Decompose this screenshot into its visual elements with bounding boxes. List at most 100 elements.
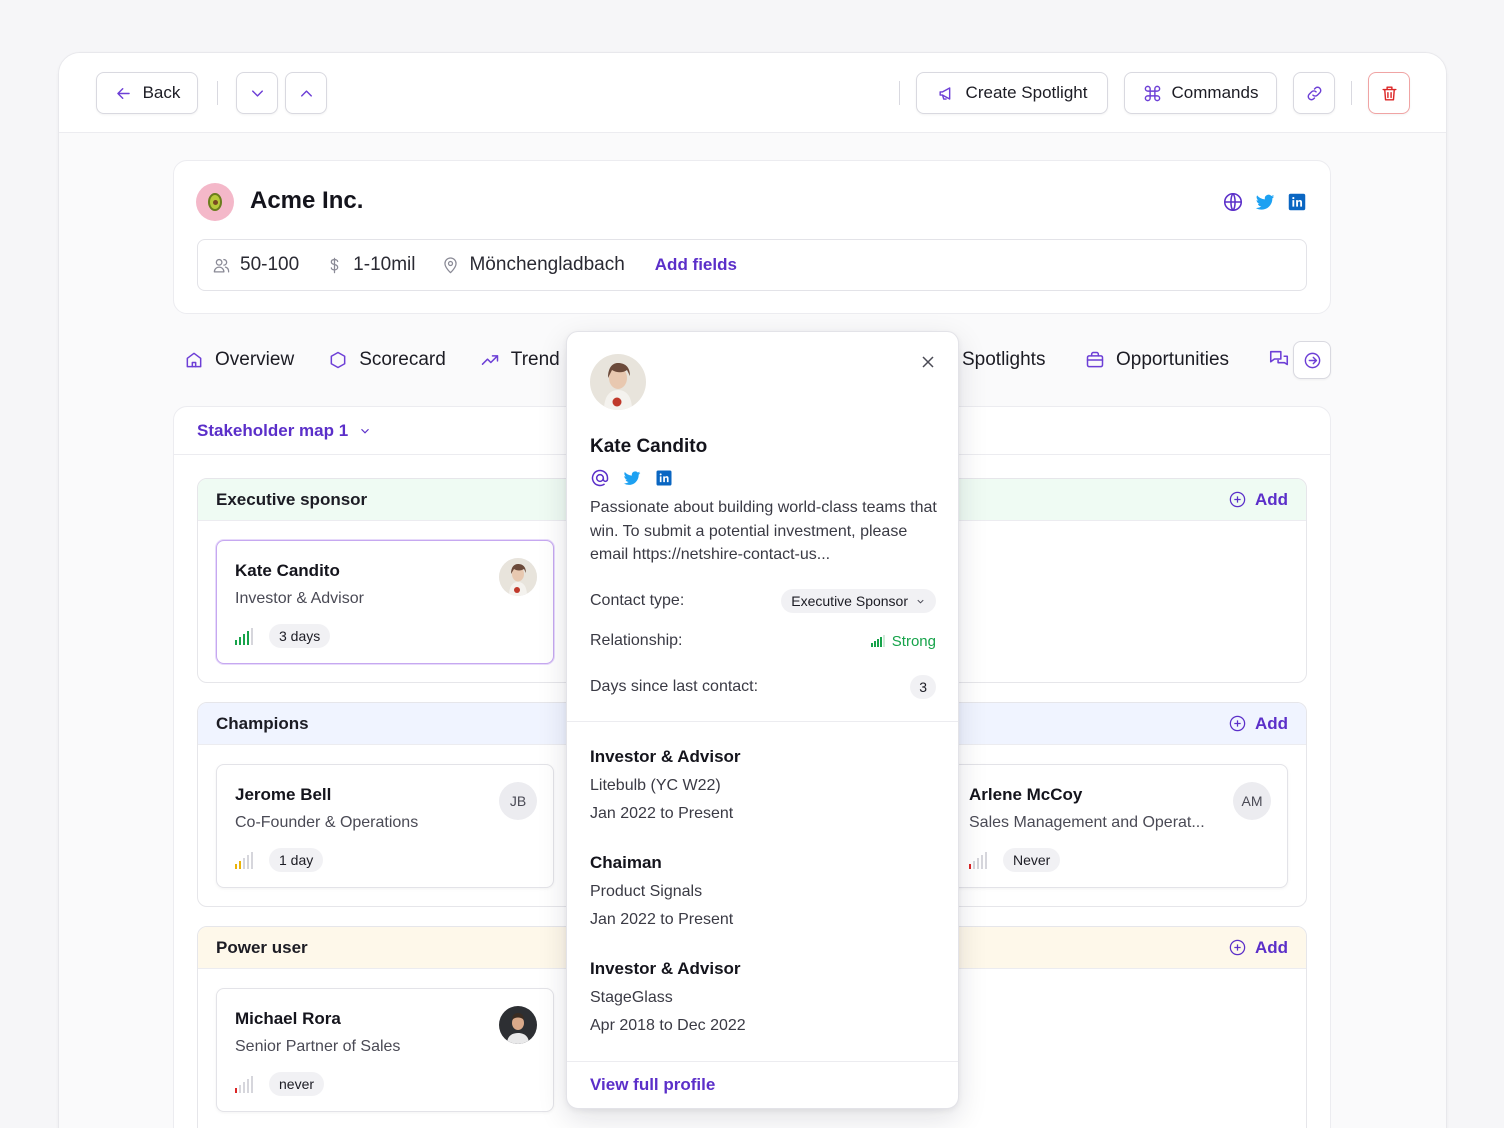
email-at-icon[interactable]: [590, 468, 610, 488]
strength-bars: [235, 627, 255, 645]
add-fields-link[interactable]: Add fields: [655, 255, 737, 275]
plus-circle-icon: [1229, 491, 1246, 508]
strength-bars: [969, 851, 989, 869]
divider: [567, 721, 958, 722]
person-role: Sales Management and Operat...: [969, 814, 1205, 831]
experience-dates: Apr 2018 to Dec 2022: [590, 1017, 746, 1034]
link-icon: [1307, 86, 1321, 100]
last-contact-chip: Never: [1003, 848, 1061, 872]
relationship-row: Relationship: Strong: [590, 632, 936, 650]
revenue-field[interactable]: 1-10mil: [325, 254, 415, 276]
chevron-down-icon: [361, 428, 370, 434]
experience-item: Investor & Advisor Litebulb (YC W22) Jan…: [590, 747, 741, 833]
person-name: Arlene McCoy: [969, 785, 1083, 804]
location-field[interactable]: Mönchengladbach: [441, 254, 625, 276]
next-record-button[interactable]: [236, 72, 278, 114]
strength-bars: [235, 851, 255, 869]
tab-overview[interactable]: Overview: [184, 349, 294, 371]
contact-type-label: Contact type:: [590, 592, 685, 609]
delete-button[interactable]: [1368, 72, 1410, 114]
michael-photo-icon: [499, 1006, 537, 1044]
tab-opportunities[interactable]: Opportunities: [1085, 334, 1229, 386]
linkedin-link[interactable]: [1286, 191, 1308, 213]
experience-dates: Jan 2022 to Present: [590, 805, 734, 822]
chevron-up-icon: [300, 89, 312, 97]
megaphone-icon: [939, 86, 950, 100]
previous-record-button[interactable]: [285, 72, 327, 114]
stakeholder-map-label: Stakeholder map 1: [197, 420, 349, 440]
close-button[interactable]: [918, 352, 938, 372]
group-title: Champions: [216, 713, 309, 733]
revenue-value: 1-10mil: [353, 254, 416, 275]
divider: [217, 81, 218, 105]
person-name: Jerome Bell: [235, 785, 332, 804]
plus-circle-icon: [1229, 715, 1246, 732]
kate-photo-icon: [590, 354, 646, 410]
add-label: Add: [1254, 937, 1288, 957]
days-value: 3: [910, 675, 936, 699]
linkedin-icon: [1288, 193, 1306, 211]
globe-icon: [1223, 192, 1243, 212]
add-label: Add: [1254, 713, 1288, 733]
last-contact-chip: 1 day: [269, 848, 324, 872]
tab-trend[interactable]: Trend: [480, 349, 560, 371]
relationship-text: Strong: [891, 632, 936, 650]
profile-avatar: [590, 354, 646, 410]
experience-item: Investor & Advisor StageGlass Apr 2018 t…: [590, 959, 746, 1045]
chevron-down-icon: [917, 599, 924, 604]
command-icon: [1144, 85, 1160, 101]
last-contact-chip: 3 days: [269, 624, 331, 648]
back-button[interactable]: Back: [96, 72, 198, 114]
add-label: Add: [1254, 489, 1288, 509]
experience-company: StageGlass: [590, 989, 673, 1006]
map-pin-icon: [444, 256, 458, 273]
profile-name: Kate Candito: [590, 436, 708, 457]
add-button[interactable]: Add: [1228, 938, 1288, 958]
commands-button[interactable]: Commands: [1124, 72, 1277, 114]
contact-type-dropdown[interactable]: Executive Sponsor: [781, 589, 936, 613]
relationship-label: Relationship:: [590, 632, 683, 649]
person-card-arlene[interactable]: Arlene McCoy Sales Management and Operat…: [950, 764, 1288, 888]
person-card-kate[interactable]: Kate Candito Investor & Advisor 3 days: [216, 540, 554, 664]
tab-spotlights[interactable]: Spotlights: [962, 334, 1045, 386]
add-button[interactable]: Add: [1228, 714, 1288, 734]
person-role: Co-Founder & Operations: [235, 814, 419, 831]
twitter-link[interactable]: [1254, 191, 1276, 213]
trash-icon: [1381, 85, 1397, 101]
plus-circle-icon: [1229, 939, 1246, 956]
last-contact-chip: never: [269, 1072, 325, 1096]
toolbar: Back Create Spotlight Commands: [59, 53, 1446, 133]
relationship-value: Strong: [870, 632, 936, 650]
copy-link-button[interactable]: [1293, 72, 1335, 114]
person-role: Investor & Advisor: [235, 590, 364, 607]
create-spotlight-label: Create Spotlight: [965, 83, 1088, 102]
person-card-jerome[interactable]: Jerome Bell Co-Founder & Operations JB 1…: [216, 764, 554, 888]
hexagon-icon: [330, 351, 346, 369]
tab-label: Overview: [215, 349, 295, 370]
create-spotlight-button[interactable]: Create Spotlight: [916, 72, 1108, 114]
tab-messages[interactable]: [1268, 348, 1290, 370]
kate-photo-icon: [499, 558, 537, 596]
profile-bio: Passionate about building world-class te…: [590, 499, 937, 563]
dollar-icon: [330, 257, 339, 273]
linkedin-icon[interactable]: [654, 468, 674, 488]
more-tabs-button[interactable]: [1293, 341, 1331, 379]
person-card-michael[interactable]: Michael Rora Senior Partner of Sales nev…: [216, 988, 554, 1112]
employees-field[interactable]: 50-100: [212, 254, 299, 276]
avatar: [499, 1006, 537, 1044]
add-button[interactable]: Add: [1228, 490, 1288, 510]
tab-label: Scorecard: [359, 349, 446, 370]
avatar-initials: AM: [1233, 782, 1271, 820]
view-full-profile-link[interactable]: View full profile: [590, 1075, 715, 1095]
twitter-icon: [1255, 194, 1275, 210]
person-name: Kate Candito: [235, 561, 340, 580]
chat-icon: [1269, 350, 1289, 366]
company-logo: [196, 183, 234, 221]
website-link[interactable]: [1222, 191, 1244, 213]
profile-popover: Kate Candito Passionate about building w…: [566, 331, 959, 1109]
twitter-icon[interactable]: [622, 468, 642, 488]
person-name: Michael Rora: [235, 1009, 341, 1028]
tab-scorecard[interactable]: Scorecard: [328, 349, 446, 371]
trend-icon: [481, 355, 499, 365]
tab-label: Opportunities: [1116, 349, 1230, 370]
